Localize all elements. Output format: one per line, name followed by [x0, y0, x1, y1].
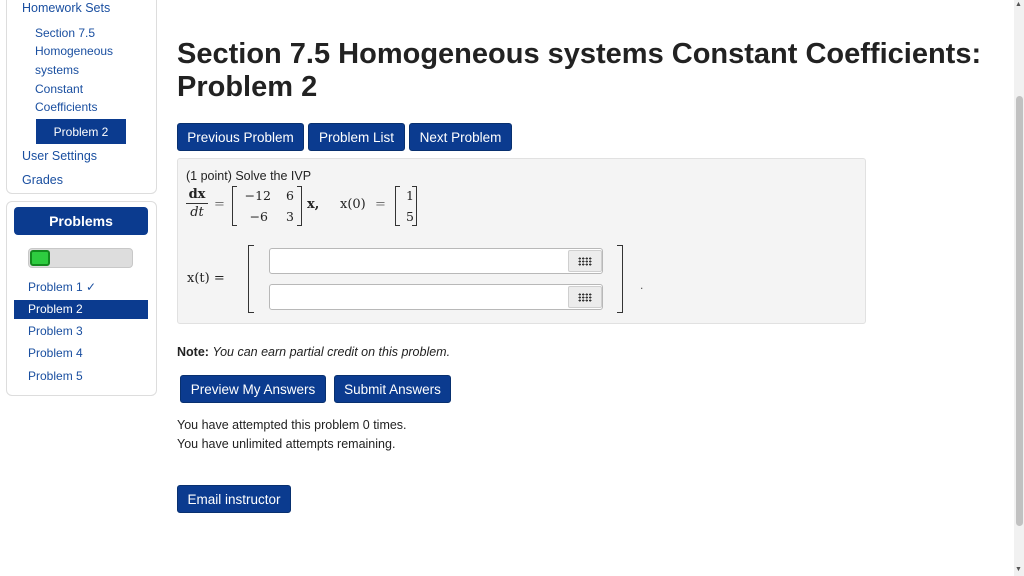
initial-condition-label: x(0) [340, 197, 366, 212]
problems-header: Problems [14, 207, 148, 235]
scroll-down-icon[interactable]: ▼ [1015, 566, 1022, 573]
grid-icon [578, 292, 592, 302]
matrix-cell-2-1: −6 [249, 209, 268, 224]
note-label: Note: [177, 345, 209, 359]
grades-link[interactable]: Grades [22, 173, 63, 187]
initial-vector-cell-1: 1 [406, 188, 414, 203]
progress-bar-fill [30, 250, 50, 266]
partial-credit-note: Note: You can earn partial credit on thi… [177, 345, 450, 359]
initial-vector-right-bracket [412, 186, 417, 226]
section-link-line-4[interactable]: Constant [35, 80, 83, 99]
answer-left-bracket [248, 245, 254, 313]
note-text: You can earn partial credit on this prob… [212, 345, 451, 359]
scroll-up-icon[interactable]: ▲ [1015, 1, 1022, 8]
problem-list-item-4[interactable]: Problem 4 [28, 346, 83, 360]
current-problem-nav-item[interactable]: Problem 2 [36, 119, 126, 144]
vector-variable: x, [307, 197, 320, 212]
grid-icon [578, 256, 592, 266]
answer-input-2[interactable] [269, 284, 603, 310]
email-instructor-button[interactable]: Email instructor [177, 485, 291, 513]
derivative-denominator: dt [190, 205, 204, 220]
section-link-line-2[interactable]: Homogeneous [35, 42, 113, 61]
matrix-cell-1-2: 6 [286, 188, 294, 203]
problem-list-item-3[interactable]: Problem 3 [28, 324, 83, 338]
homework-sets-link[interactable]: Homework Sets [22, 1, 110, 15]
matrix-left-bracket [232, 186, 237, 226]
preview-answers-button[interactable]: Preview My Answers [180, 375, 326, 403]
attempts-remaining: You have unlimited attempts remaining. [177, 437, 396, 451]
scrollbar-thumb[interactable] [1016, 96, 1023, 526]
answer-label: x(t) = [187, 271, 225, 286]
problem-list-item-1[interactable]: Problem 1 ✓ [28, 280, 96, 294]
problem-list-item-2-label: Problem 2 [28, 302, 83, 316]
matrix-cell-1-1: −12 [244, 188, 271, 203]
attempts-count: You have attempted this problem 0 times. [177, 418, 407, 432]
section-link-line-5[interactable]: Coefficients [35, 98, 97, 117]
initial-vector-cell-2: 5 [406, 209, 414, 224]
problem-intro: (1 point) Solve the IVP [186, 169, 312, 183]
problem-list-button[interactable]: Problem List [308, 123, 405, 151]
initial-equals-sign: = [375, 197, 386, 212]
equation-editor-button-2[interactable] [568, 286, 602, 308]
problem-list-item-5[interactable]: Problem 5 [28, 369, 83, 383]
equation-editor-button-1[interactable] [568, 250, 602, 272]
progress-bar [28, 248, 133, 268]
problem-list-item-2-active[interactable]: Problem 2 [14, 300, 148, 319]
next-problem-button[interactable]: Next Problem [409, 123, 512, 151]
derivative-fraction: dx dt [186, 187, 208, 220]
section-link-line-1[interactable]: Section 7.5 [35, 24, 95, 43]
matrix-cell-2-2: 3 [286, 209, 294, 224]
derivative-numerator: dx [188, 187, 206, 202]
equals-sign: = [214, 197, 225, 212]
section-link-line-3[interactable]: systems [35, 61, 79, 80]
matrix-right-bracket [297, 186, 302, 226]
submit-answers-button[interactable]: Submit Answers [334, 375, 451, 403]
previous-problem-button[interactable]: Previous Problem [177, 123, 304, 151]
user-settings-link[interactable]: User Settings [22, 149, 97, 163]
page-title: Section 7.5 Homogeneous systems Constant… [177, 38, 982, 103]
answer-input-1[interactable] [269, 248, 603, 274]
answer-right-bracket [617, 245, 623, 313]
fraction-bar [186, 203, 208, 204]
trailing-period: . [640, 278, 644, 292]
